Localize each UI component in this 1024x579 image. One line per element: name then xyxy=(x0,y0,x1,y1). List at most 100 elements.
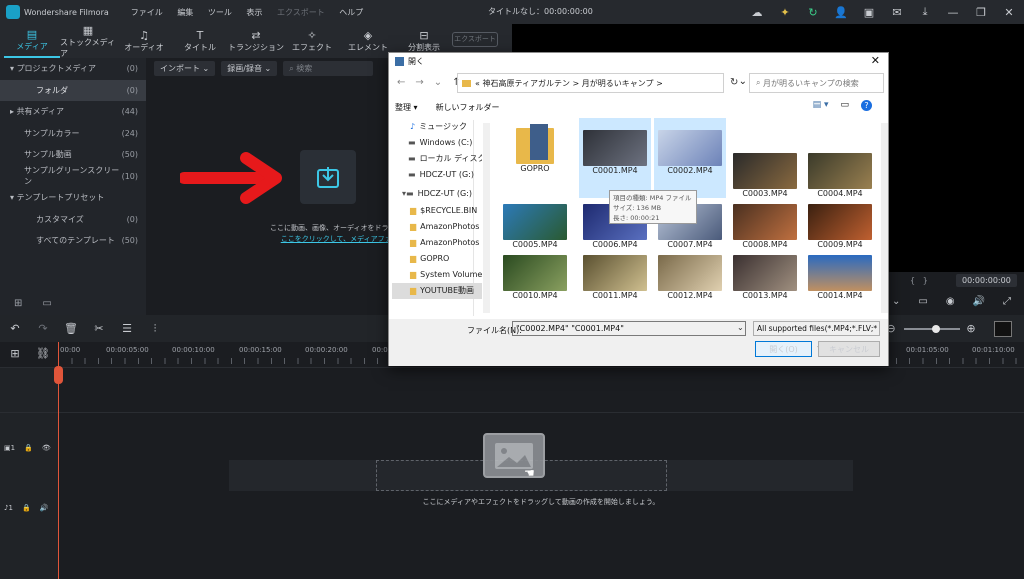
sidebar-item-all-templates[interactable]: すべてのテンプレート (50) xyxy=(0,230,146,252)
menu-file[interactable]: ファイル xyxy=(131,8,163,17)
sidebar-item-folder[interactable]: フォルダ (0) xyxy=(0,79,146,101)
lock-icon[interactable]: 🔒 xyxy=(22,504,31,512)
tree-item-hdcz-g-expanded[interactable]: ▾▬ HDCZ-UT (G:) xyxy=(392,186,482,202)
view-options-icon[interactable]: ▤ ▾ xyxy=(813,100,829,111)
sidebar-item-sample-color[interactable]: サンプルカラー (24) xyxy=(0,123,146,145)
organize-button[interactable]: 整理 ▾ xyxy=(395,102,418,113)
layout-toggle-icon[interactable] xyxy=(994,321,1012,337)
tab-title[interactable]: T タイトル xyxy=(172,24,228,58)
file-item-c0003[interactable]: C0003.MP4 xyxy=(729,118,801,198)
back-arrow-icon[interactable]: ← xyxy=(397,77,405,88)
dialog-refresh-icon[interactable]: ↻ xyxy=(730,77,738,88)
breadcrumb-separator[interactable]: > xyxy=(656,79,663,88)
tree-item-youtube[interactable]: ▆ YOUTUBE動画 xyxy=(392,282,482,300)
breadcrumb-item[interactable]: 月が明るいキャンプ xyxy=(582,78,654,89)
forward-arrow-icon[interactable]: → xyxy=(415,77,423,88)
minimize-icon[interactable]: — xyxy=(946,5,960,19)
file-item-c0001[interactable]: C0001.MP4 xyxy=(579,118,651,198)
file-item-c0014[interactable]: C0014.MP4 xyxy=(804,255,876,300)
cloud-icon[interactable]: ☁ xyxy=(750,5,764,19)
dialog-search-input[interactable]: ⌕ 月が明るいキャンプの検索 xyxy=(749,73,884,93)
export-button[interactable]: エクスポート xyxy=(452,32,498,47)
redo-icon[interactable]: ↷ xyxy=(36,322,50,336)
display-icon[interactable]: ▭ xyxy=(918,296,927,307)
undo-icon[interactable]: ↶ xyxy=(8,322,22,336)
file-item-gopro[interactable]: GOPRO xyxy=(499,118,571,173)
file-item-c0012[interactable]: C0012.MP4 xyxy=(654,255,726,300)
sidebar-item-project-media[interactable]: ▾ プロジェクトメディア (0) xyxy=(0,58,146,80)
media-search-input[interactable]: ⌕ 検索 xyxy=(283,61,374,76)
record-dropdown[interactable]: 録画/録音 ⌄ xyxy=(221,61,278,76)
snapshot-icon[interactable]: ◉ xyxy=(946,296,955,307)
eye-icon[interactable]: 👁 xyxy=(42,444,51,452)
tab-effect[interactable]: ✧ エフェクト xyxy=(284,24,340,58)
new-folder-icon[interactable]: ⊞ xyxy=(14,298,22,309)
speaker-icon[interactable]: 🔊 xyxy=(40,504,49,512)
add-track-icon[interactable]: ⊞ xyxy=(8,346,22,360)
tree-item-amazonphotos-2[interactable]: ▆ AmazonPhotos ( xyxy=(392,234,482,250)
import-dropdown[interactable]: インポート ⌄ xyxy=(154,61,216,76)
playhead-handle[interactable] xyxy=(54,366,63,384)
sidebar-item-customize[interactable]: カスタマイズ (0) xyxy=(0,209,146,231)
file-item-c0010[interactable]: C0010.MP4 xyxy=(499,255,571,300)
maximize-icon[interactable]: ❐ xyxy=(974,5,988,19)
sidebar-item-sample-video[interactable]: サンプル動画 (50) xyxy=(0,144,146,166)
mail-icon[interactable]: ✉ xyxy=(890,5,904,19)
tree-item-gopro[interactable]: ▆ GOPRO xyxy=(392,251,482,267)
tree-item-local-d[interactable]: ▬ローカル ディスク (D xyxy=(392,150,482,166)
marker-braces-icon[interactable]: { } xyxy=(910,276,928,285)
file-item-c0002[interactable]: C0002.MP4 xyxy=(654,118,726,198)
file-item-c0008[interactable]: C0008.MP4 xyxy=(729,204,801,249)
link-icon[interactable]: ⛓ xyxy=(36,346,50,360)
lock-icon[interactable]: 🔒 xyxy=(24,444,33,452)
file-item-c0011[interactable]: C0011.MP4 xyxy=(579,255,651,300)
refresh-icon[interactable]: ↻ xyxy=(806,5,820,19)
menu-tools[interactable]: ツール xyxy=(208,8,232,17)
cut-icon[interactable]: ✂ xyxy=(92,322,106,336)
address-bar[interactable]: « 神石高原ティアガルテン > 月が明るいキャンプ > ⌄ ↻ xyxy=(457,73,747,93)
breadcrumb-overflow[interactable]: « xyxy=(475,79,480,88)
folder-icon[interactable]: ▭ xyxy=(42,298,51,309)
chevron-down-icon[interactable]: ⌄ xyxy=(434,77,442,88)
sidebar-item-sample-green-screen[interactable]: サンプルグリーンスクリーン (10) xyxy=(0,166,146,188)
tab-transition[interactable]: ⇄ トランジション xyxy=(228,24,284,58)
tree-item-music[interactable]: ♪ ミュージック xyxy=(392,118,482,134)
tab-audio[interactable]: ♫ オーディオ xyxy=(116,24,172,58)
account-icon[interactable]: 👤 xyxy=(834,5,848,19)
sidebar-item-template-presets[interactable]: ▾ テンプレートプリセット xyxy=(0,187,146,209)
zoom-slider-handle[interactable] xyxy=(932,325,940,333)
tab-media[interactable]: ▤ メディア xyxy=(4,24,60,58)
delete-icon[interactable]: 🗑 xyxy=(64,322,78,336)
grid-scrollbar[interactable] xyxy=(881,123,888,313)
import-media-button[interactable] xyxy=(300,150,356,204)
open-button[interactable]: 開く(O) xyxy=(755,341,812,357)
filetype-select[interactable]: All supported files(*.MP4;*.FLV;* xyxy=(753,321,880,336)
tree-item-system-volume[interactable]: ▆ System Volume I xyxy=(392,267,482,283)
adjust-icon[interactable]: ☰ xyxy=(120,322,134,336)
tree-item-hdcz-g[interactable]: ▬ HDCZ-UT (G:) xyxy=(392,167,482,183)
cancel-button[interactable]: キャンセル xyxy=(818,341,880,357)
dropdown-icon[interactable]: ⌄ xyxy=(892,296,900,307)
filename-dropdown-icon[interactable]: ⌄ xyxy=(737,323,744,332)
file-item-c0013[interactable]: C0013.MP4 xyxy=(729,255,801,300)
menu-edit[interactable]: 編集 xyxy=(177,8,193,17)
sidebar-item-shared-media[interactable]: ▸ 共有メディア (44) xyxy=(0,101,146,123)
close-icon[interactable]: ✕ xyxy=(1002,5,1016,19)
file-item-c0005[interactable]: C0005.MP4 xyxy=(499,204,571,249)
menu-view[interactable]: 表示 xyxy=(246,8,262,17)
breadcrumb-separator[interactable]: > xyxy=(573,79,580,88)
new-folder-button[interactable]: 新しいフォルダー xyxy=(436,102,500,113)
bulb-icon[interactable]: ✦ xyxy=(778,5,792,19)
file-item-c0009[interactable]: C0009.MP4 xyxy=(804,204,876,249)
tab-stock-media[interactable]: ▦ ストックメディア xyxy=(60,24,116,58)
tree-scrollbar[interactable] xyxy=(483,123,490,313)
help-icon[interactable]: ? xyxy=(861,100,872,111)
volume-icon[interactable]: 🔊 xyxy=(973,296,985,307)
menu-help[interactable]: ヘルプ xyxy=(339,8,363,17)
tree-item-recycle-bin[interactable]: ▆ $RECYCLE.BIN xyxy=(392,202,482,218)
save-icon[interactable]: ▣ xyxy=(862,5,876,19)
file-item-c0004[interactable]: C0004.MP4 xyxy=(804,118,876,198)
download-icon[interactable]: ⤓ xyxy=(918,5,932,19)
tree-item-windows-c[interactable]: ▬ Windows (C:) xyxy=(392,134,482,150)
zoom-in-icon[interactable]: ⊕ xyxy=(964,322,978,336)
